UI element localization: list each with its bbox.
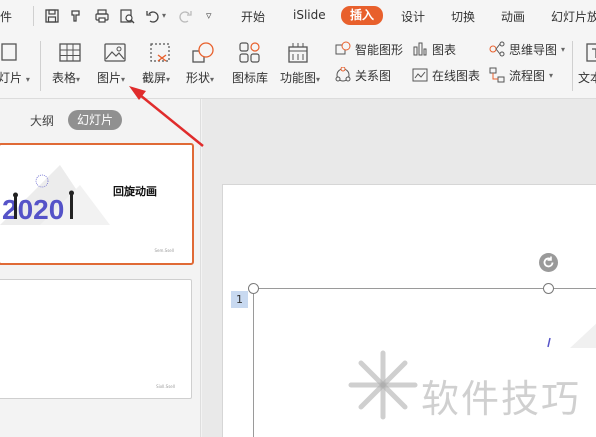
- separator: [572, 41, 573, 91]
- watermark-text: 软件技巧: [421, 377, 582, 421]
- tab-home[interactable]: 开始: [241, 8, 265, 25]
- undo-dropdown-icon[interactable]: ▾: [162, 11, 166, 20]
- picture-button[interactable]: 图片▾: [95, 39, 135, 93]
- tab-islide[interactable]: iSlide: [293, 8, 326, 22]
- relation-chart-icon: [335, 67, 351, 82]
- shape-icon: [192, 42, 214, 63]
- online-chart-icon: [412, 68, 428, 82]
- function-chart-button[interactable]: 功能图▾: [278, 39, 320, 93]
- slide-thumbnail-1[interactable]: 2020 回旋动画 Sem.Ssell: [0, 143, 194, 265]
- smart-shape-button[interactable]: 智能图形: [335, 39, 403, 59]
- tab-slideshow[interactable]: 幻灯片放: [551, 8, 596, 25]
- flowchart-icon: [489, 67, 505, 83]
- wps-presentation-window: 件 ▾ ▿ 开始 iSlide 插入 设计 切换 动画 幻灯片放 灯片 ▾ 表格…: [0, 0, 596, 437]
- separator: [40, 41, 41, 91]
- slides-panel: 大纲 幻灯片 2020 回旋动画 Sem.Ssell Sixll.Ssell: [0, 99, 201, 437]
- slide-2-footer: Sixll.Ssell: [156, 384, 175, 389]
- mindmap-dropdown-icon[interactable]: ▾: [561, 45, 565, 54]
- insert-ribbon: 灯片 ▾ 表格▾ 图片▾ 截屏▾ 形状▾ 图标库 功能图▾ 智能图形 关系图 图…: [0, 33, 596, 99]
- screenshot-icon: [150, 43, 170, 62]
- function-chart-label: 功能图▾: [280, 71, 321, 85]
- new-slide-button[interactable]: 灯片 ▾: [0, 39, 30, 93]
- print-icon[interactable]: [93, 7, 111, 25]
- picture-label: 图片▾: [97, 71, 126, 85]
- chart-label: 图表: [432, 42, 457, 57]
- tab-outline[interactable]: 大纲: [30, 112, 54, 129]
- menu-bar: 件 ▾ ▿ 开始 iSlide 插入 设计 切换 动画 幻灯片放: [0, 0, 596, 33]
- textbox-button[interactable]: 文本: [576, 39, 596, 93]
- rotate-handle-icon[interactable]: [539, 253, 558, 272]
- screenshot-button[interactable]: 截屏▾: [140, 39, 180, 93]
- redo-icon[interactable]: [176, 7, 194, 25]
- shape-button[interactable]: 形状▾: [183, 39, 223, 93]
- more-dropdown-icon[interactable]: ▿: [206, 9, 212, 22]
- format-painter-icon[interactable]: [67, 7, 85, 25]
- print-preview-icon[interactable]: [118, 7, 136, 25]
- icon-library-label: 图标库: [232, 71, 269, 85]
- textbox-icon: [586, 43, 596, 62]
- relation-chart-label: 关系图: [355, 68, 392, 83]
- icon-library-icon: [239, 42, 260, 63]
- chart-button[interactable]: 图表: [412, 39, 456, 59]
- online-chart-button[interactable]: 在线图表: [412, 65, 480, 85]
- slide-1-year-text: 2020: [2, 194, 64, 225]
- textbox-label: 文本: [578, 71, 596, 85]
- slide-number-badge: 1: [231, 291, 248, 308]
- table-icon: [59, 43, 81, 62]
- function-chart-icon: [288, 43, 308, 63]
- save-icon[interactable]: [43, 7, 61, 25]
- separator: [33, 6, 34, 26]
- mindmap-label: 思维导图: [509, 42, 558, 57]
- flowchart-label: 流程图: [509, 68, 546, 83]
- smart-shape-label: 智能图形: [355, 42, 404, 57]
- flowchart-dropdown-icon[interactable]: ▾: [549, 71, 553, 80]
- slide-1-title: 回旋动画: [113, 185, 157, 198]
- slide-1-artwork: 2020: [0, 165, 110, 225]
- resize-handle-top-left[interactable]: [248, 283, 259, 294]
- new-slide-icon: [1, 43, 17, 61]
- icon-library-button[interactable]: 图标库: [230, 39, 270, 93]
- relation-chart-button[interactable]: 关系图: [335, 65, 391, 85]
- flowchart-button[interactable]: 流程图 ▾: [489, 65, 553, 85]
- tab-insert[interactable]: 插入: [341, 6, 384, 25]
- table-label: 表格▾: [52, 71, 81, 85]
- smart-shape-icon: [335, 41, 351, 55]
- picture-icon: [104, 43, 126, 62]
- table-button[interactable]: 表格▾: [50, 39, 90, 93]
- mindmap-button[interactable]: 思维导图 ▾: [489, 39, 565, 59]
- chart-icon: [413, 42, 427, 56]
- slide-1-footer: Sem.Ssell: [154, 248, 174, 253]
- tab-design[interactable]: 设计: [401, 8, 425, 25]
- shape-label: 形状▾: [186, 71, 215, 85]
- mindmap-icon: [489, 41, 505, 57]
- tab-slides[interactable]: 幻灯片: [68, 110, 123, 130]
- resize-handle-top-middle[interactable]: [543, 283, 554, 294]
- file-menu-partial[interactable]: 件: [0, 8, 12, 25]
- tab-transition[interactable]: 切换: [451, 8, 475, 25]
- tab-animation[interactable]: 动画: [501, 8, 525, 25]
- online-chart-label: 在线图表: [432, 68, 481, 83]
- undo-icon[interactable]: [144, 7, 162, 25]
- slide-thumbnail-2[interactable]: Sixll.Ssell: [0, 279, 192, 399]
